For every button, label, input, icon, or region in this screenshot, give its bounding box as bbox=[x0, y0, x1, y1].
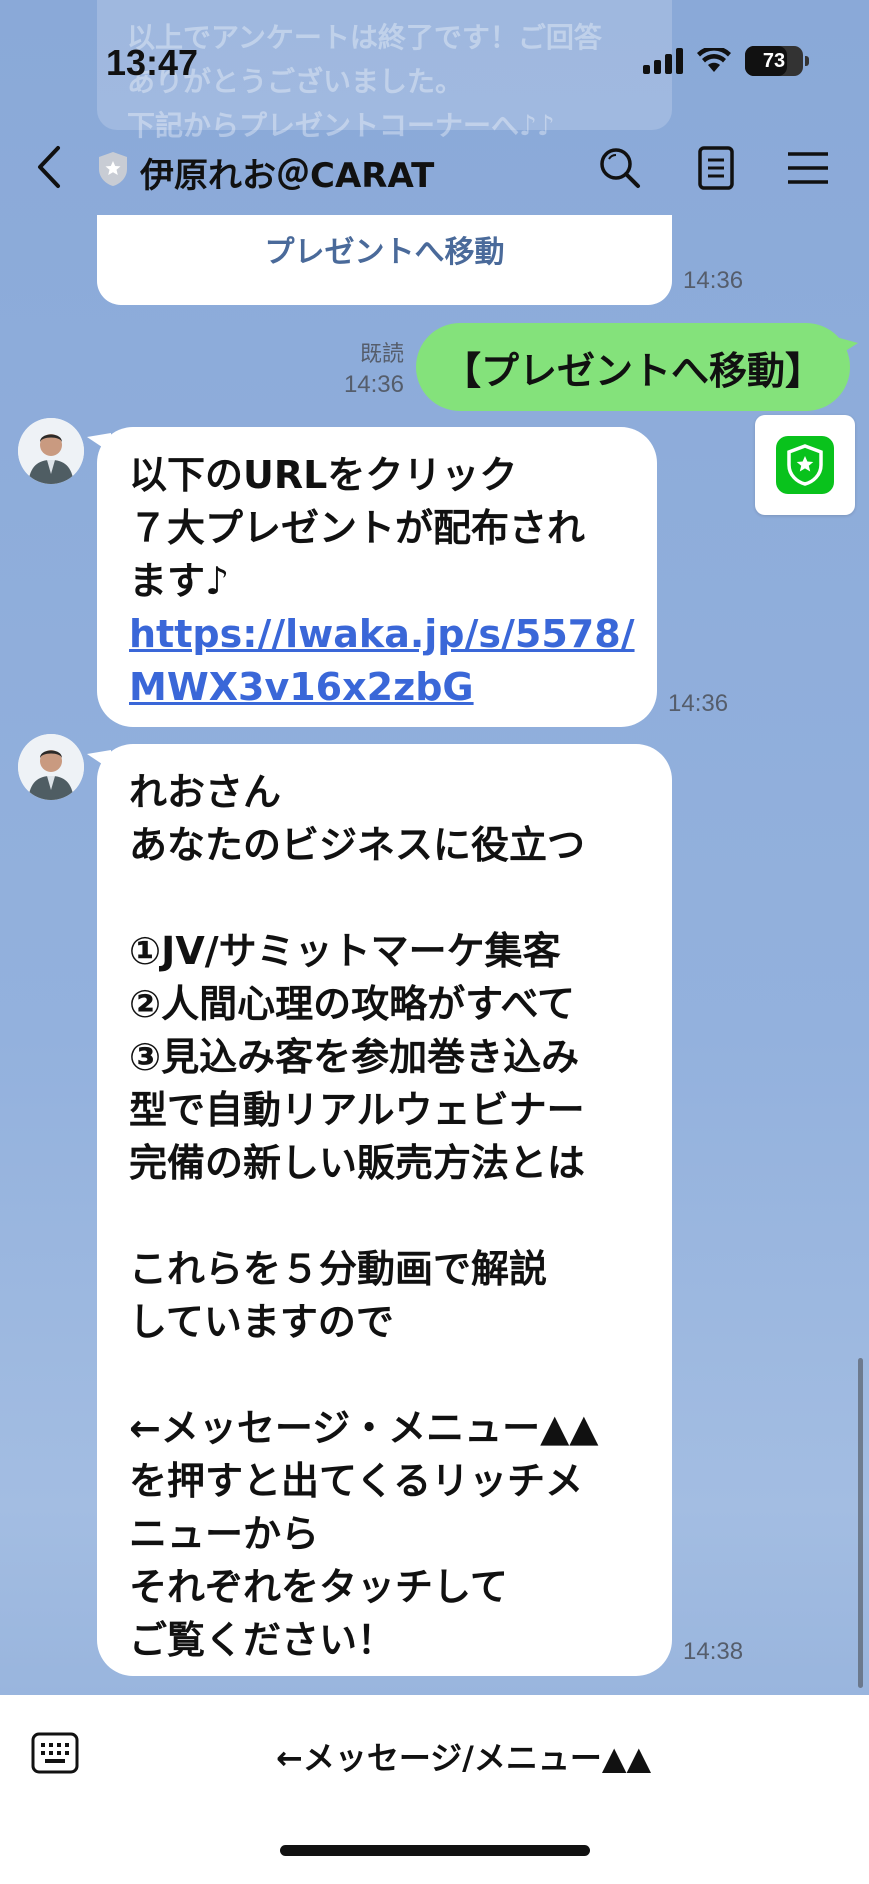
message-line: ←メッセージ・メニュー▲▲ bbox=[129, 1406, 599, 1450]
message-line: 以下のURLをクリック bbox=[129, 453, 518, 497]
message-line bbox=[129, 1190, 642, 1243]
message-bubble-intro: れおさん あなたのビジネスに役立つ ①JV/サミットマーケ集客 ②人間心理の攻略… bbox=[87, 744, 672, 1676]
url-link[interactable]: https://lwaka.jp/s/5578/ bbox=[129, 608, 635, 661]
chevron-left-icon[interactable] bbox=[30, 142, 70, 192]
read-label: 既読 bbox=[359, 342, 404, 367]
scrollbar[interactable] bbox=[858, 1358, 863, 1688]
message-line: していますので bbox=[129, 1300, 394, 1344]
chat-screen: 以上でアンケートは終了です！ご回答 ありがとうございました。 下記からプレゼント… bbox=[0, 0, 869, 1884]
message-line bbox=[129, 1349, 642, 1402]
present-link[interactable]: プレゼントへ移動 bbox=[265, 227, 505, 271]
official-account-badge-icon bbox=[99, 152, 127, 186]
read-receipt: 既読 14:36 bbox=[330, 340, 404, 400]
message-line: ②人間心理の攻略がすべて bbox=[129, 982, 575, 1026]
message-time: 14:38 bbox=[683, 1638, 744, 1665]
keyboard-icon[interactable] bbox=[30, 1728, 80, 1778]
battery-level: 73 bbox=[762, 49, 786, 72]
status-time: 13:47 bbox=[106, 42, 199, 83]
cellular-signal-icon bbox=[643, 48, 683, 74]
message-line: これらを５分動画で解説 bbox=[129, 1247, 548, 1291]
message-line: それぞれをタッチして bbox=[129, 1565, 508, 1609]
home-indicator bbox=[280, 1845, 590, 1856]
message-time: 14:36 bbox=[343, 371, 404, 398]
message-time: 14:36 bbox=[683, 267, 744, 294]
message-line: ７大プレゼントが配布され bbox=[129, 506, 586, 550]
message-line: ご覧ください！ bbox=[129, 1618, 396, 1662]
message-line: ③見込み客を参加巻き込み bbox=[129, 1035, 580, 1079]
avatar-image bbox=[18, 734, 84, 800]
hamburger-menu-icon[interactable] bbox=[784, 144, 832, 192]
message-line: あなたのビジネスに役立つ bbox=[129, 823, 586, 867]
wifi-icon bbox=[697, 48, 731, 72]
message-line bbox=[129, 872, 642, 925]
message-line: ①JV/サミットマーケ集客 bbox=[129, 929, 561, 973]
security-shield-card[interactable] bbox=[755, 415, 855, 515]
notes-icon[interactable] bbox=[692, 144, 740, 192]
message-line: 型で自動リアルウェビナー bbox=[129, 1088, 585, 1132]
status-icons: 73 bbox=[643, 46, 809, 76]
message-line: 完備の新しい販売方法とは bbox=[129, 1141, 586, 1185]
message-line: ニューから bbox=[129, 1512, 320, 1556]
avatar[interactable] bbox=[18, 418, 84, 484]
message-bubble-url: 以下のURLをクリック ７大プレゼントが配布され ます♪ https://lwa… bbox=[87, 427, 657, 727]
rich-menu-toggle[interactable]: ←メッセージ/メニュー▲▲ bbox=[276, 1733, 651, 1779]
message-line: ます♪ bbox=[129, 559, 230, 603]
battery-icon: 73 bbox=[745, 46, 809, 76]
chat-header: 伊原れお＠CARAT bbox=[0, 120, 869, 215]
avatar-image bbox=[18, 418, 84, 484]
avatar[interactable] bbox=[18, 734, 84, 800]
message-bubble-present-link: プレゼントへ移動 bbox=[97, 215, 672, 305]
bottom-menu-bar: ←メッセージ/メニュー▲▲ bbox=[0, 1695, 869, 1884]
message-line: れおさん bbox=[129, 770, 282, 814]
message-time: 14:36 bbox=[668, 690, 729, 717]
shield-icon bbox=[787, 444, 823, 486]
url-link[interactable]: MWX3v16x2zbG bbox=[129, 661, 627, 714]
my-message-bubble: 【プレゼントへ移動】 bbox=[416, 323, 858, 411]
chat-title: 伊原れお＠CARAT bbox=[140, 156, 435, 196]
message-line: を押すと出てくるリッチメ bbox=[129, 1459, 584, 1503]
search-icon[interactable] bbox=[596, 144, 644, 192]
